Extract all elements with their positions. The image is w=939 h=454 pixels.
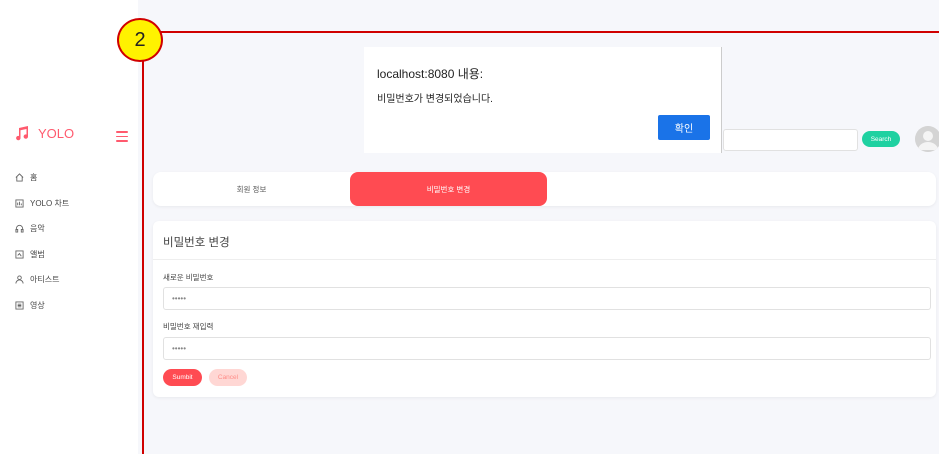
password-change-card: 비밀번호 변경 새로운 비밀번호 비밀번호 재입력 Sumbit Cancel <box>153 221 936 397</box>
annotation-line-horizontal <box>142 31 939 33</box>
sidebar-item-home[interactable]: 홈 <box>14 165 69 191</box>
sidebar-item-label: 영상 <box>30 300 45 310</box>
video-icon <box>14 300 24 310</box>
search-input[interactable] <box>723 129 858 151</box>
sidebar-item-video[interactable]: 영상 <box>14 293 69 319</box>
dialog-ok-button[interactable]: 확인 <box>658 115 710 140</box>
search-button[interactable]: Search <box>862 131 900 147</box>
brand-name: YOLO <box>38 125 75 141</box>
sidebar-item-label: 앨범 <box>30 249 45 259</box>
sidebar-item-label: 홈 <box>30 173 38 183</box>
annotation-badge: 2 <box>117 18 163 62</box>
submit-button[interactable]: Sumbit <box>163 369 202 386</box>
avatar[interactable] <box>915 126 939 152</box>
sidebar-item-label: 음악 <box>30 224 45 234</box>
brand-logo[interactable]: YOLO <box>14 125 74 141</box>
new-password-field[interactable] <box>163 287 931 310</box>
sidebar-item-album[interactable]: 앨범 <box>14 242 69 268</box>
divider <box>153 259 936 260</box>
user-avatar-icon <box>915 126 939 152</box>
sidebar: YOLO 홈 YOLO 차트 음악 앨범 아티스트 영상 <box>0 0 138 454</box>
tab-change-password[interactable]: 비밀번호 변경 <box>350 172 547 206</box>
confirm-password-label: 비밀번호 재입력 <box>163 322 214 331</box>
sidebar-item-label: YOLO 차트 <box>30 198 70 208</box>
album-icon <box>14 249 24 259</box>
music-note-icon <box>16 126 29 141</box>
card-title: 비밀번호 변경 <box>163 237 230 249</box>
profile-tabs: 회원 정보 비밀번호 변경 <box>153 172 936 206</box>
chart-icon <box>14 198 24 208</box>
new-password-label: 새로운 비밀번호 <box>163 273 214 282</box>
cancel-button[interactable]: Cancel <box>209 369 247 386</box>
sidebar-item-label: 아티스트 <box>30 275 60 285</box>
user-icon <box>14 275 24 285</box>
annotation-line-vertical <box>142 33 144 454</box>
sidebar-item-chart[interactable]: YOLO 차트 <box>14 191 69 217</box>
menu-toggle-icon[interactable] <box>116 131 128 142</box>
home-icon <box>14 173 24 183</box>
alert-dialog: localhost:8080 내용: 비밀번호가 변경되었습니다. 확인 <box>364 47 722 153</box>
headphones-icon <box>14 224 24 234</box>
tab-member-info[interactable]: 회원 정보 <box>153 172 350 206</box>
dialog-message: 비밀번호가 변경되었습니다. <box>377 94 493 105</box>
dialog-title: localhost:8080 내용: <box>377 67 484 81</box>
confirm-password-field[interactable] <box>163 337 931 360</box>
sidebar-item-music[interactable]: 음악 <box>14 216 69 242</box>
sidebar-item-artist[interactable]: 아티스트 <box>14 267 69 293</box>
sidebar-nav: 홈 YOLO 차트 음악 앨범 아티스트 영상 <box>14 165 69 318</box>
